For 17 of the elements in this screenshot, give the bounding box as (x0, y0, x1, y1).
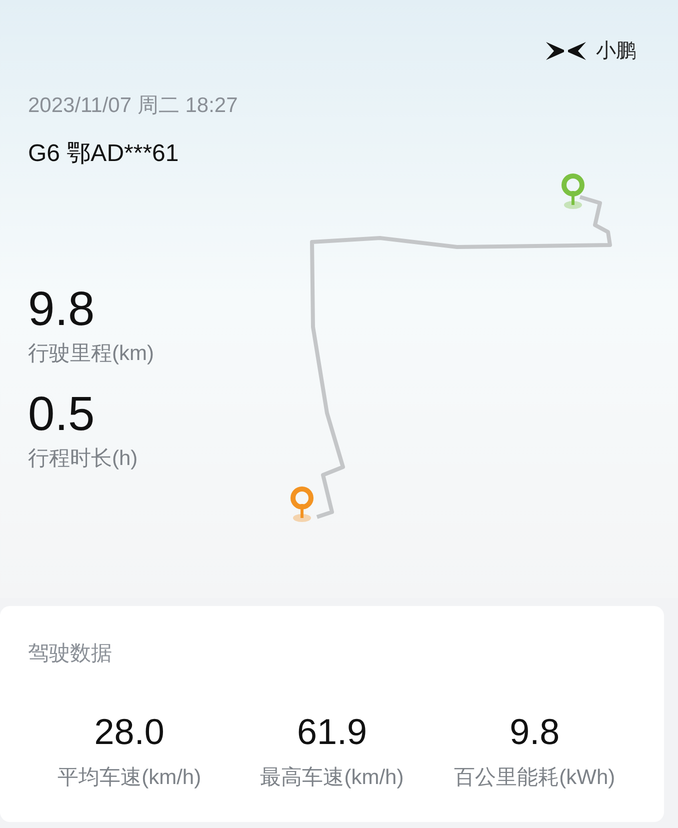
brand-name: 小鹏 (596, 39, 636, 64)
metric-label: 行驶里程(km) (28, 340, 154, 366)
trip-datetime: 2023/11/07 周二 18:27 (28, 93, 238, 119)
start-pin-icon (290, 486, 314, 522)
stat-label: 平均车速(km/h) (58, 764, 202, 790)
stat-value: 28.0 (94, 712, 164, 752)
end-pin-icon (562, 174, 584, 209)
vehicle-plate: G6 鄂AD***61 (28, 138, 179, 168)
stat-value: 61.9 (296, 712, 368, 752)
stat-label: 最高车速(km/h) (260, 764, 404, 790)
metric-value: 0.5 (28, 389, 95, 441)
metric-label: 行程时长(h) (28, 446, 138, 472)
stat-label: 百公里能耗(kWh) (454, 764, 616, 790)
card-title: 驾驶数据 (28, 641, 112, 667)
metric-value: 9.8 (28, 284, 95, 336)
logo-icon (544, 40, 588, 62)
stat-value: 9.8 (510, 712, 560, 752)
